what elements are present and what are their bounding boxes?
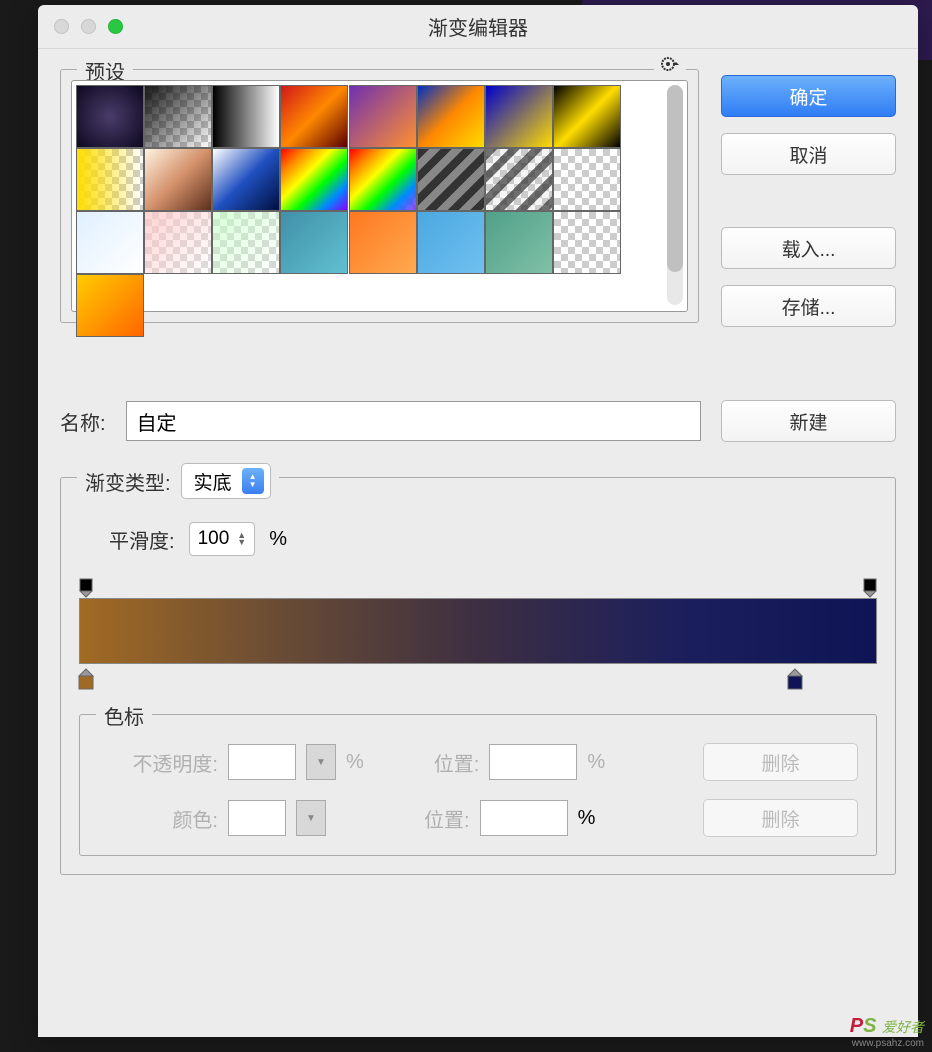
scrollbar-thumb[interactable]	[667, 85, 683, 272]
gradient-type-label: 渐变类型:	[85, 467, 171, 496]
preset-swatch[interactable]	[144, 148, 212, 211]
cancel-button[interactable]: 取消	[721, 133, 896, 175]
position2-label: 位置:	[424, 804, 470, 833]
preset-swatch[interactable]	[485, 148, 553, 211]
preset-swatch[interactable]	[280, 148, 348, 211]
delete-color-stop-button[interactable]: 删除	[703, 799, 858, 837]
position2-unit: %	[578, 807, 596, 830]
opacity-stop-right[interactable]	[861, 578, 879, 596]
smoothness-input[interactable]: 100 ▲▼	[189, 522, 256, 556]
ok-button[interactable]: 确定	[721, 75, 896, 117]
name-input[interactable]	[126, 401, 701, 441]
smoothness-unit: %	[269, 528, 287, 551]
opacity-stop-left[interactable]	[77, 578, 95, 596]
preset-swatch[interactable]	[349, 211, 417, 274]
position1-input[interactable]	[489, 744, 577, 780]
preset-swatch[interactable]	[485, 211, 553, 274]
position2-input[interactable]	[480, 800, 568, 836]
presets-scrollbar[interactable]	[667, 85, 683, 305]
color-label: 颜色:	[98, 804, 218, 833]
presets-container	[71, 80, 688, 312]
preset-swatch[interactable]	[417, 85, 485, 148]
select-arrows-icon: ▲▼	[242, 468, 264, 494]
save-button[interactable]: 存储...	[721, 285, 896, 327]
preset-swatch[interactable]	[280, 85, 348, 148]
smoothness-value: 100	[198, 528, 230, 550]
gradient-type-value: 实底	[194, 468, 232, 495]
preset-swatch[interactable]	[349, 85, 417, 148]
preset-swatch[interactable]	[144, 85, 212, 148]
close-window-button[interactable]	[54, 19, 69, 34]
minimize-window-button[interactable]	[81, 19, 96, 34]
position1-unit: %	[587, 751, 605, 774]
preset-swatch[interactable]	[553, 211, 621, 274]
gradient-editor-dialog: 渐变编辑器 预设	[38, 5, 918, 1037]
spinner-arrows-icon: ▲▼	[237, 532, 246, 546]
color-stop-left[interactable]	[76, 667, 96, 689]
color-swatch-input[interactable]	[228, 800, 286, 836]
gradient-bar[interactable]	[79, 598, 877, 664]
preset-swatch[interactable]	[485, 85, 553, 148]
opacity-dropdown-icon[interactable]: ▼	[306, 744, 336, 780]
preset-swatch[interactable]	[76, 85, 144, 148]
delete-opacity-stop-button[interactable]: 删除	[703, 743, 858, 781]
opacity-unit: %	[346, 751, 364, 774]
smoothness-label: 平滑度:	[109, 525, 175, 554]
color-stop-fieldset: 色标 不透明度: ▼ % 位置: % 删除 颜色: ▼	[79, 714, 877, 856]
window-controls	[38, 19, 123, 34]
gradient-settings-fieldset: 渐变类型: 实底 ▲▼ 平滑度: 100 ▲▼ %	[60, 477, 896, 875]
preset-swatch[interactable]	[553, 148, 621, 211]
watermark-s: S	[863, 1015, 876, 1037]
watermark-p: P	[850, 1015, 863, 1037]
position1-label: 位置:	[434, 748, 480, 777]
watermark-url: www.psahz.com	[850, 1038, 924, 1049]
preset-swatch[interactable]	[417, 211, 485, 274]
preset-swatch[interactable]	[417, 148, 485, 211]
preset-swatch[interactable]	[76, 274, 144, 337]
preset-swatch[interactable]	[553, 85, 621, 148]
preset-swatch[interactable]	[76, 211, 144, 274]
color-stop-right[interactable]	[785, 667, 805, 689]
gradient-type-select[interactable]: 实底 ▲▼	[181, 463, 271, 499]
watermark: PS 爱好者 www.psahz.com	[850, 1015, 924, 1049]
watermark-text: 爱好者	[882, 1019, 924, 1035]
presets-fieldset: 预设	[60, 69, 699, 323]
presets-grid	[76, 85, 621, 337]
name-label: 名称:	[60, 407, 106, 436]
titlebar: 渐变编辑器	[38, 5, 918, 49]
color-stop-legend: 色标	[96, 701, 152, 730]
maximize-window-button[interactable]	[108, 19, 123, 34]
new-button[interactable]: 新建	[721, 400, 896, 442]
color-dropdown-icon[interactable]: ▼	[296, 800, 326, 836]
gradient-ramp-editor[interactable]	[79, 576, 877, 694]
preset-swatch[interactable]	[212, 85, 280, 148]
presets-menu-icon[interactable]	[654, 56, 686, 77]
preset-swatch[interactable]	[280, 211, 348, 274]
preset-swatch[interactable]	[212, 148, 280, 211]
preset-swatch[interactable]	[212, 211, 280, 274]
load-button[interactable]: 载入...	[721, 227, 896, 269]
preset-swatch[interactable]	[349, 148, 417, 211]
preset-swatch[interactable]	[76, 148, 144, 211]
opacity-input[interactable]	[228, 744, 296, 780]
opacity-label: 不透明度:	[98, 748, 218, 777]
dialog-title: 渐变编辑器	[428, 12, 528, 41]
preset-swatch[interactable]	[144, 211, 212, 274]
